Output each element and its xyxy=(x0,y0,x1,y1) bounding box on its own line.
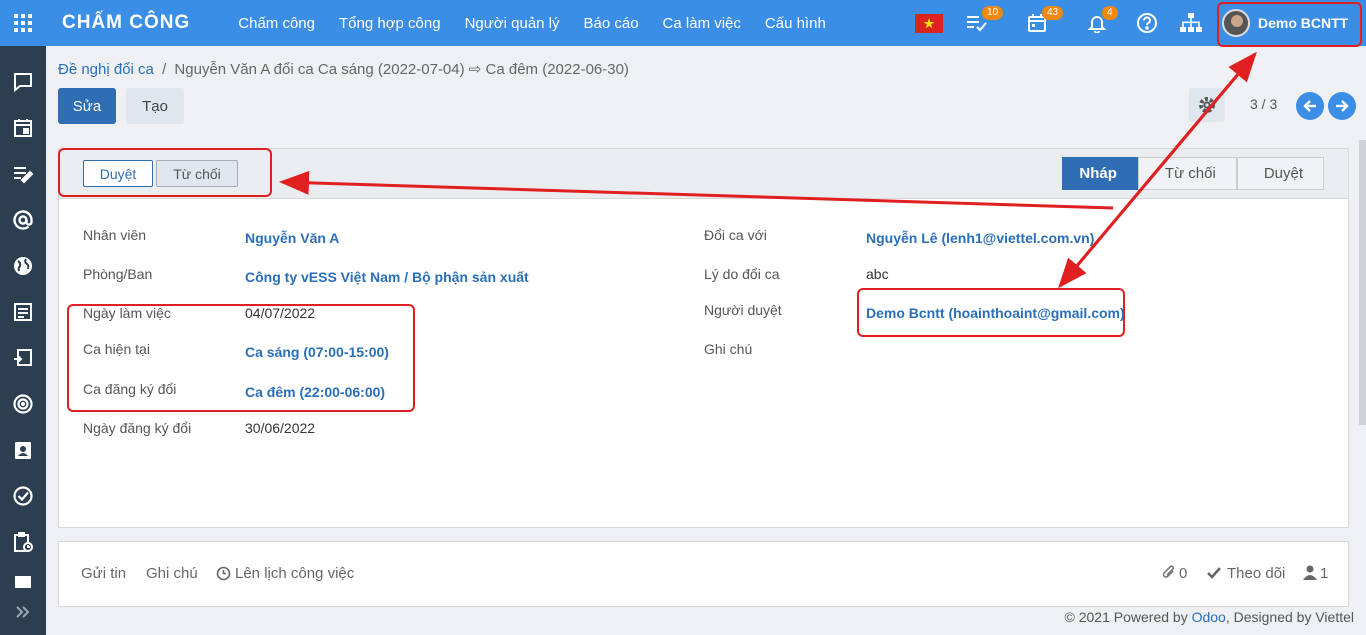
apps-menu-icon[interactable] xyxy=(0,0,46,46)
notification-badge: 4 xyxy=(1102,6,1118,20)
label-department: Phòng/Ban xyxy=(83,266,153,282)
paperclip-icon[interactable] xyxy=(1161,564,1177,584)
left-sidebar xyxy=(0,46,46,635)
document-icon[interactable] xyxy=(11,300,35,324)
stage-draft[interactable]: Nháp xyxy=(1062,157,1138,190)
prev-record-icon[interactable] xyxy=(1296,92,1324,120)
annotation-box-shift-fields xyxy=(67,304,415,412)
globe-icon[interactable] xyxy=(11,254,35,278)
follow-button[interactable]: Theo dõi xyxy=(1227,565,1285,582)
chatter: Gửi tin Ghi chú Lên lịch công việc 0 The… xyxy=(58,541,1349,607)
stage-bar: Nháp Từ chối Duyệt xyxy=(1062,157,1324,190)
menu-ca-lam-viec[interactable]: Ca làm việc xyxy=(663,15,741,32)
check-icon xyxy=(1206,566,1222,583)
next-record-icon[interactable] xyxy=(1328,92,1356,120)
more-modules-icon[interactable] xyxy=(11,576,35,588)
edit-list-icon[interactable] xyxy=(11,162,35,186)
clock-icon xyxy=(216,566,231,584)
stage-approved[interactable]: Duyệt xyxy=(1236,157,1324,190)
transfer-icon[interactable] xyxy=(11,346,35,370)
follower-count[interactable]: 1 xyxy=(1320,565,1328,582)
clipboard-clock-icon[interactable] xyxy=(11,530,35,554)
value-request-date: 30/06/2022 xyxy=(245,420,316,436)
footer-suffix: , Designed by Viettel xyxy=(1225,609,1354,625)
value-swap-with[interactable]: Nguyễn Lê (lenh1@viettel.com.vn) xyxy=(866,230,1094,246)
activity-badge: 10 xyxy=(982,6,1004,20)
value-department[interactable]: Công ty vESS Việt Nam / Bộ phận sản xuất xyxy=(245,269,529,285)
log-note-button[interactable]: Ghi chú xyxy=(146,565,198,582)
menu-nguoi-quan-ly[interactable]: Người quản lý xyxy=(465,15,560,32)
vietnam-flag-icon[interactable] xyxy=(914,0,944,46)
pager-value[interactable]: 3 / 3 xyxy=(1250,96,1277,112)
stage-rejected[interactable]: Từ chối xyxy=(1137,157,1237,190)
radar-icon[interactable] xyxy=(11,392,35,416)
menu-tong-hop-cong[interactable]: Tổng hợp công xyxy=(339,15,441,32)
calendar-icon[interactable]: 43 xyxy=(1022,0,1064,46)
org-chart-icon[interactable] xyxy=(1176,0,1206,46)
calendar-day-icon[interactable] xyxy=(11,116,35,140)
create-button[interactable]: Tạo xyxy=(126,88,184,124)
help-icon[interactable] xyxy=(1134,0,1160,46)
annotation-box-user xyxy=(1217,2,1362,47)
menu-cham-cong[interactable]: Chấm công xyxy=(238,15,315,32)
top-navbar: CHẤM CÔNG Chấm công Tổng hợp công Người … xyxy=(0,0,1366,46)
send-message-button[interactable]: Gửi tin xyxy=(81,565,126,582)
edit-button[interactable]: Sửa xyxy=(58,88,116,124)
odoo-link[interactable]: Odoo xyxy=(1192,609,1226,625)
expand-sidebar-icon[interactable] xyxy=(11,600,35,624)
calendar-badge: 43 xyxy=(1042,6,1064,20)
value-employee[interactable]: Nguyễn Văn A xyxy=(245,230,339,246)
chat-icon[interactable] xyxy=(11,70,35,94)
menu-cau-hinh[interactable]: Cấu hình xyxy=(765,15,826,32)
breadcrumb-separator: / xyxy=(162,61,167,78)
footer: © 2021 Powered by Odoo, Designed by Viet… xyxy=(46,607,1366,635)
footer-prefix: © 2021 Powered by xyxy=(1064,609,1192,625)
main-menu: Chấm công Tổng hợp công Người quản lý Bá… xyxy=(238,15,850,32)
label-swap-with: Đổi ca với xyxy=(704,227,767,243)
annotation-box-approve-reject xyxy=(58,148,272,197)
breadcrumb-current: Nguyễn Văn A đổi ca Ca sáng (2022-07-04)… xyxy=(174,61,629,78)
annotation-box-approver xyxy=(857,288,1125,337)
breadcrumb: Đề nghị đổi ca / Nguyễn Văn A đổi ca Ca … xyxy=(58,60,629,78)
activity-icon[interactable]: 10 xyxy=(962,0,1004,46)
label-request-date: Ngày đăng ký đổi xyxy=(83,420,192,436)
employee-badge-icon[interactable] xyxy=(11,438,35,462)
menu-bao-cao[interactable]: Báo cáo xyxy=(584,15,639,32)
label-employee: Nhân viên xyxy=(83,227,147,243)
scrollbar[interactable] xyxy=(1359,140,1366,425)
app-title[interactable]: CHẤM CÔNG xyxy=(62,12,190,34)
at-sign-icon[interactable] xyxy=(11,208,35,232)
check-circle-icon[interactable] xyxy=(11,484,35,508)
bell-icon[interactable]: 4 xyxy=(1082,0,1118,46)
value-reason: abc xyxy=(866,266,889,282)
schedule-activity-button[interactable]: Lên lịch công việc xyxy=(235,565,354,582)
settings-gear-icon[interactable] xyxy=(1189,88,1225,122)
label-approver: Người duyệt xyxy=(704,302,782,318)
label-note: Ghi chú xyxy=(704,341,753,357)
label-reason: Lý do đổi ca xyxy=(704,266,780,282)
user-icon xyxy=(1303,565,1317,583)
breadcrumb-parent[interactable]: Đề nghị đổi ca xyxy=(58,61,154,78)
attachment-count: 0 xyxy=(1179,565,1188,582)
